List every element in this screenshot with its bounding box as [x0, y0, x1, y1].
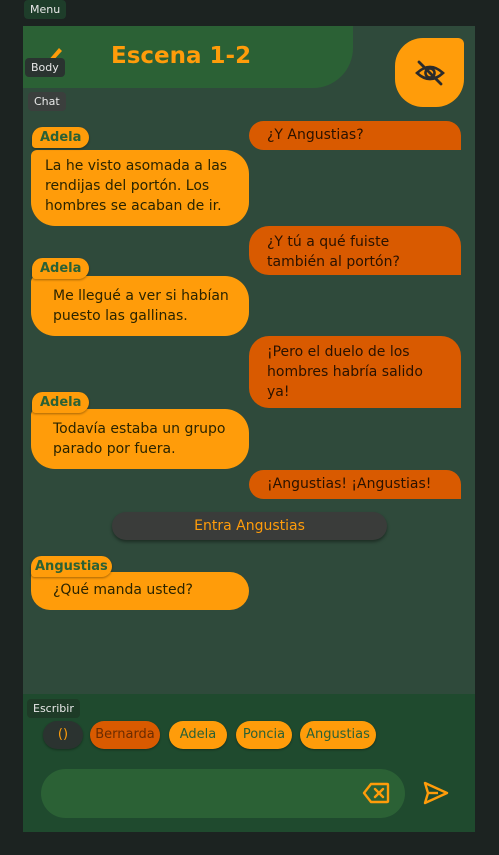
chip-adela[interactable]: Adela: [169, 721, 227, 749]
speaker-label: Adela: [32, 127, 90, 148]
message-input[interactable]: [41, 769, 405, 818]
escribir-tag: Escribir: [27, 699, 80, 718]
speaker-label: Angustias: [31, 556, 112, 577]
message-bubble: La he visto asomada a las rendijas del p…: [31, 150, 249, 226]
chip-bernarda[interactable]: Bernarda: [90, 721, 160, 749]
speaker-label: Adela: [32, 258, 90, 279]
message-bubble: ¿Y Angustias?: [249, 121, 461, 150]
hide-toggle-button[interactable]: [395, 38, 464, 107]
message-bubble: Todavía estaba un grupo parado por fuera…: [31, 409, 249, 469]
stage-direction: Entra Angustias: [112, 512, 387, 540]
body-tag: Body: [25, 58, 65, 77]
speaker-label: Adela: [32, 392, 90, 413]
backspace-icon[interactable]: [362, 781, 390, 805]
message-bubble: ¿Y tú a qué fuiste también al portón?: [249, 226, 461, 275]
chip-poncia[interactable]: Poncia: [236, 721, 292, 749]
chat-tag: Chat: [28, 92, 66, 111]
screen: Escena 1-2 ¿Y Angustias? La he visto aso…: [23, 26, 475, 832]
chip-angustias[interactable]: Angustias: [300, 721, 376, 749]
message-bubble: Me llegué a ver si habían puesto las gal…: [31, 276, 249, 336]
menu-tag[interactable]: Menu: [24, 0, 67, 19]
message-bubble: ¡Angustias! ¡Angustias!: [249, 470, 461, 499]
message-bubble: ¿Qué manda usted?: [31, 572, 249, 610]
composer: () Bernarda Adela Poncia Angustias: [23, 694, 475, 832]
eye-off-icon: [414, 60, 445, 85]
message-bubble: ¡Pero el duelo de los hombres habría sal…: [249, 336, 461, 408]
send-icon[interactable]: [422, 780, 450, 806]
page-title: Escena 1-2: [111, 43, 252, 69]
chip-parenthesis[interactable]: (): [43, 721, 83, 749]
